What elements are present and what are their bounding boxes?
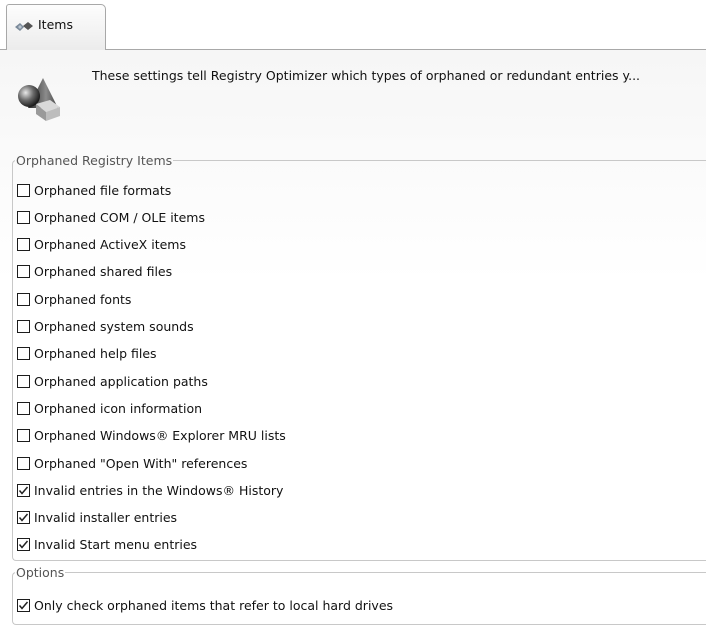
- checkbox-label[interactable]: Orphaned icon information: [34, 401, 202, 416]
- checkbox-label[interactable]: Only check orphaned items that refer to …: [34, 598, 393, 613]
- checkbox-label[interactable]: Orphaned COM / OLE items: [34, 210, 205, 225]
- checkbox-unchecked[interactable]: [17, 347, 30, 361]
- checkbox-label[interactable]: Orphaned ActiveX items: [34, 237, 186, 252]
- checkbox-label[interactable]: Orphaned Windows® Explorer MRU lists: [34, 428, 286, 443]
- checkbox-label[interactable]: Invalid installer entries: [34, 510, 177, 525]
- registry-items-icon: [15, 22, 33, 31]
- checkbox-unchecked[interactable]: [17, 456, 30, 470]
- checkbox-row[interactable]: Orphaned system sounds: [17, 317, 194, 337]
- checkbox-label[interactable]: Orphaned system sounds: [34, 319, 194, 334]
- checkbox-unchecked[interactable]: [17, 429, 30, 443]
- group-title: Options: [16, 565, 65, 580]
- checkbox-unchecked[interactable]: [17, 374, 30, 388]
- checkbox-checked[interactable]: [17, 483, 30, 497]
- checkbox-unchecked[interactable]: [17, 238, 30, 252]
- checkbox-row[interactable]: Orphaned "Open With" references: [17, 453, 247, 473]
- checkbox-row[interactable]: Orphaned file formats: [17, 180, 171, 200]
- checkbox-row[interactable]: Invalid Start menu entries: [17, 535, 197, 555]
- checkbox-row[interactable]: Orphaned application paths: [17, 371, 208, 391]
- checkbox-row[interactable]: Orphaned fonts: [17, 289, 131, 309]
- tab-strip: Items: [0, 0, 706, 50]
- checkbox-label[interactable]: Orphaned application paths: [34, 374, 208, 389]
- checkbox-unchecked[interactable]: [17, 292, 30, 306]
- checkbox-label[interactable]: Orphaned fonts: [34, 292, 131, 307]
- checkbox-label[interactable]: Invalid entries in the Windows® History: [34, 483, 283, 498]
- checkbox-label[interactable]: Orphaned file formats: [34, 183, 171, 198]
- checkbox-label[interactable]: Orphaned "Open With" references: [34, 456, 247, 471]
- checkbox-checked[interactable]: [17, 598, 30, 612]
- checkbox-unchecked[interactable]: [17, 320, 30, 333]
- group-title: Orphaned Registry Items: [16, 153, 173, 168]
- tab-items[interactable]: Items: [6, 4, 106, 49]
- settings-description: These settings tell Registry Optimizer w…: [92, 68, 641, 83]
- checkbox-unchecked[interactable]: [17, 183, 30, 197]
- checkbox-checked[interactable]: [17, 511, 30, 525]
- shapes-icon: [18, 78, 60, 121]
- checkbox-row[interactable]: Orphaned ActiveX items: [17, 235, 186, 255]
- checkbox-checked[interactable]: [17, 538, 30, 552]
- checkbox-row[interactable]: Orphaned Windows® Explorer MRU lists: [17, 426, 286, 446]
- checkbox-row[interactable]: Invalid installer entries: [17, 508, 177, 528]
- checkbox-unchecked[interactable]: [17, 210, 30, 224]
- checkbox-unchecked[interactable]: [17, 401, 30, 415]
- checkbox-row[interactable]: Orphaned icon information: [17, 398, 202, 418]
- settings-panel: These settings tell Registry Optimizer w…: [0, 50, 706, 628]
- checkbox-row[interactable]: Orphaned shared files: [17, 262, 172, 282]
- checkbox-row[interactable]: Orphaned COM / OLE items: [17, 207, 205, 227]
- checkbox-row[interactable]: Orphaned help files: [17, 344, 157, 364]
- checkbox-unchecked[interactable]: [17, 265, 30, 279]
- tab-items-label: Items: [38, 17, 73, 32]
- checkbox-label[interactable]: Invalid Start menu entries: [34, 537, 197, 552]
- checkbox-label[interactable]: Orphaned help files: [34, 346, 157, 361]
- checkbox-label[interactable]: Orphaned shared files: [34, 264, 172, 279]
- checkbox-row[interactable]: Only check orphaned items that refer to …: [17, 595, 393, 615]
- checkbox-row[interactable]: Invalid entries in the Windows® History: [17, 480, 283, 500]
